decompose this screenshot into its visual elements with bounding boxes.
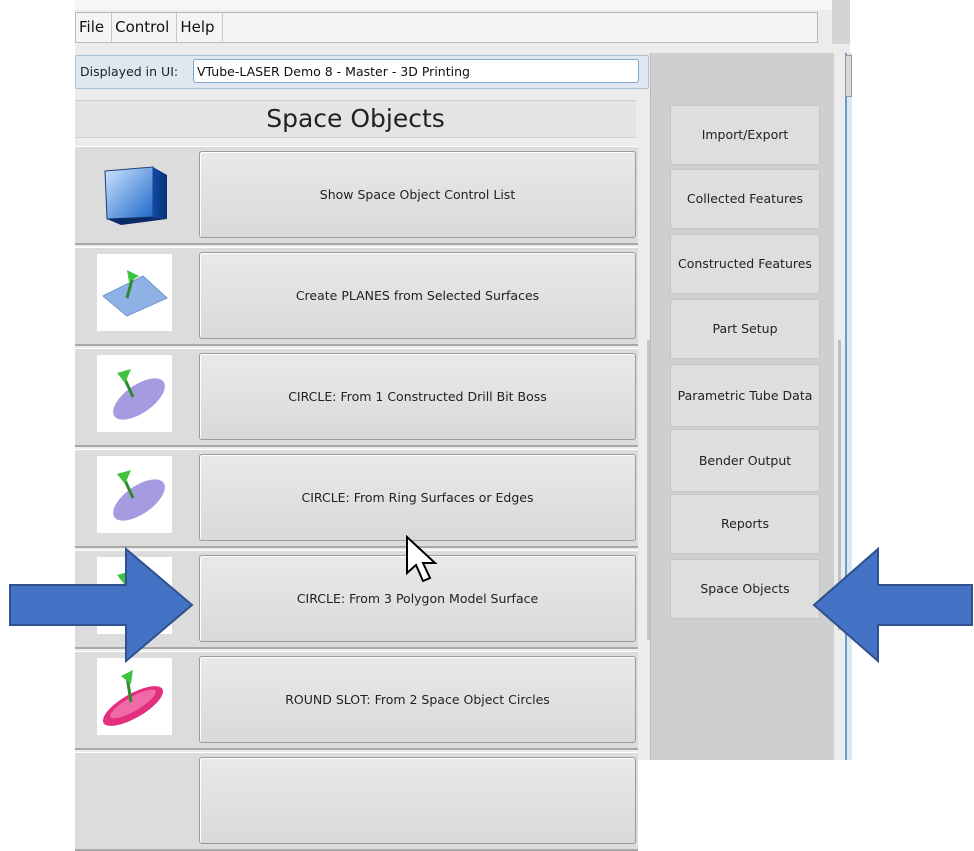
- page-title: Space Objects: [75, 100, 636, 138]
- round-slot-button[interactable]: ROUND SLOT: From 2 Space Object Circles: [199, 656, 636, 743]
- list-item: Create PLANES from Selected Surfaces: [75, 247, 638, 346]
- list-item: [75, 752, 638, 851]
- menu-control[interactable]: Control: [112, 13, 178, 42]
- blue-cube-icon: [97, 153, 172, 230]
- left-arrow-icon: [812, 546, 973, 664]
- sidebar-item-bender-output[interactable]: Bender Output: [670, 429, 820, 492]
- window-corner: [832, 0, 850, 44]
- circle-drill-bit-boss-button[interactable]: CIRCLE: From 1 Constructed Drill Bit Bos…: [199, 353, 636, 440]
- sidebar-item-constructed-features[interactable]: Constructed Features: [670, 234, 820, 294]
- mouse-cursor-icon: [406, 535, 438, 583]
- menu-file[interactable]: File: [76, 13, 113, 42]
- sidebar-item-part-setup[interactable]: Part Setup: [670, 299, 820, 359]
- displayed-in-ui-bar: Displayed in UI: VTube-LASER Demo 8 - Ma…: [75, 55, 649, 89]
- circle-arrow-icon: [97, 456, 172, 533]
- list-item: CIRCLE: From 1 Constructed Drill Bit Bos…: [75, 348, 638, 447]
- circle-ring-surfaces-button[interactable]: CIRCLE: From Ring Surfaces or Edges: [199, 454, 636, 541]
- menu-help[interactable]: Help: [177, 13, 223, 42]
- right-arrow-icon: [9, 546, 194, 664]
- next-action-button[interactable]: [199, 757, 636, 844]
- plane-arrow-icon: [97, 254, 172, 331]
- sidebar-item-reports[interactable]: Reports: [670, 494, 820, 554]
- list-item: ROUND SLOT: From 2 Space Object Circles: [75, 651, 638, 750]
- top-strip: [75, 0, 835, 10]
- sidebar-item-collected-features[interactable]: Collected Features: [670, 169, 820, 229]
- sidebar-item-parametric-tube-data[interactable]: Parametric Tube Data: [670, 364, 820, 427]
- circle-arrow-icon: [97, 355, 172, 432]
- show-space-object-control-list-button[interactable]: Show Space Object Control List: [199, 151, 636, 238]
- create-planes-button[interactable]: Create PLANES from Selected Surfaces: [199, 252, 636, 339]
- list-item: CIRCLE: From Ring Surfaces or Edges: [75, 449, 638, 548]
- round-slot-icon: [97, 658, 172, 735]
- sidebar-item-import-export[interactable]: Import/Export: [670, 105, 820, 165]
- displayed-in-ui-field[interactable]: VTube-LASER Demo 8 - Master - 3D Printin…: [193, 59, 639, 83]
- list-item: Show Space Object Control List: [75, 146, 638, 245]
- sidebar-item-space-objects[interactable]: Space Objects: [670, 559, 820, 619]
- menu-bar: File Control Help: [75, 12, 818, 43]
- window-tab-knob: [845, 55, 852, 97]
- displayed-in-ui-label: Displayed in UI:: [80, 64, 179, 79]
